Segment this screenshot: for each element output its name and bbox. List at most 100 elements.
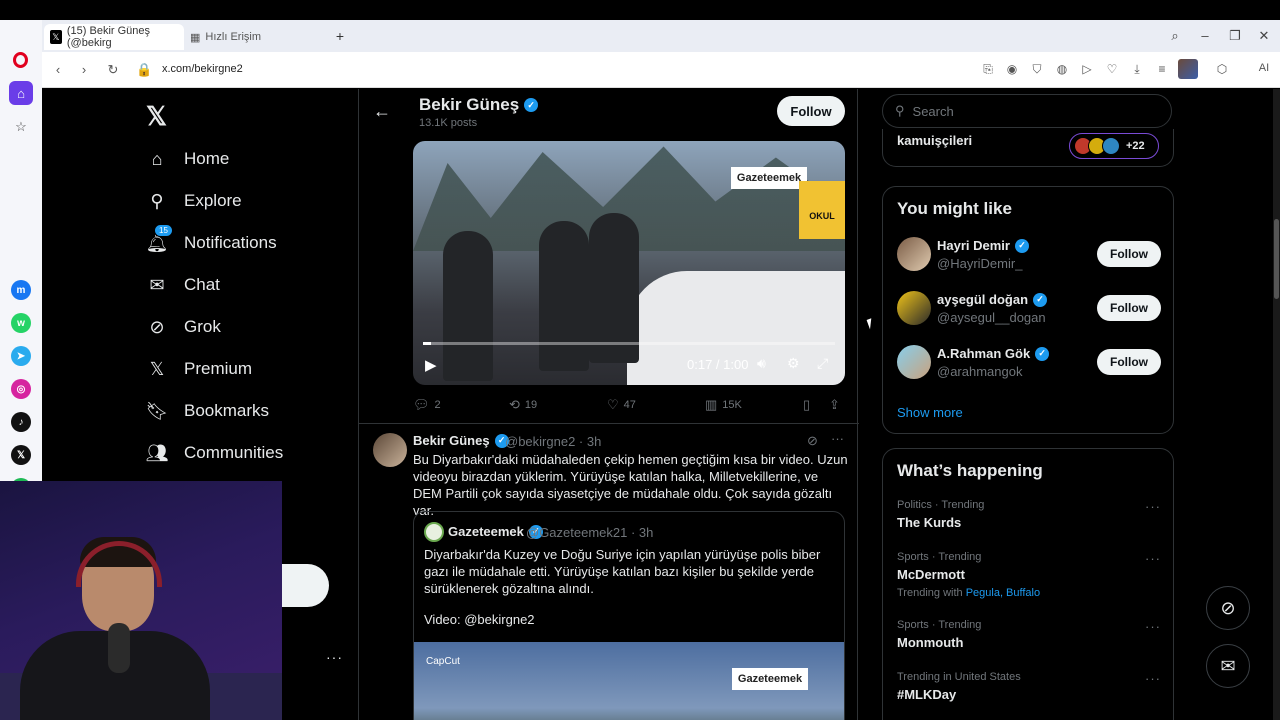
tab-x-profile[interactable]: 𝕏 (15) Bekir Güneş (@bekirg: [44, 24, 184, 50]
video-progress-track[interactable]: [423, 342, 835, 345]
account-more-icon[interactable]: ···: [326, 649, 343, 665]
whatsapp-icon[interactable]: w: [11, 313, 31, 333]
forward-icon[interactable]: ›: [76, 62, 92, 77]
bookmark-button[interactable]: ▯: [803, 397, 815, 413]
suggestion-item[interactable]: Hayri Demir ✓ @HayriDemir_ Follow: [897, 237, 1161, 277]
nav-bookmarks[interactable]: 🔖︎ Bookmarks: [146, 395, 269, 427]
views-button[interactable]: ▥ 15K: [705, 397, 742, 413]
heart-icon[interactable]: ♡: [1104, 62, 1120, 76]
more-icon[interactable]: ···: [1145, 499, 1161, 514]
video-player[interactable]: Gazeteemek OKUL ▶ 0:17 / 1:00 🔊︎ ⚙ ⤢: [413, 141, 845, 385]
nav-communities[interactable]: 👥︎ Communities: [146, 437, 284, 469]
repost-icon: ⟲: [509, 397, 520, 412]
back-icon[interactable]: ‹: [50, 62, 66, 77]
more-icon[interactable]: ···: [1145, 619, 1161, 634]
volume-icon[interactable]: 🔊︎: [757, 355, 766, 372]
messenger-icon[interactable]: m: [11, 280, 31, 300]
show-more-link[interactable]: Show more: [897, 405, 963, 420]
follow-button[interactable]: Follow: [1097, 241, 1161, 267]
play-icon[interactable]: ▷: [1079, 62, 1095, 76]
suggestion-item[interactable]: ayşegül doğan ✓ @aysegul__dogan Follow: [897, 291, 1161, 331]
tab-label: (15) Bekir Güneş (@bekirg: [66, 25, 151, 49]
repost-button[interactable]: ⟲ 19: [509, 397, 537, 413]
cube-icon[interactable]: ⬡: [1214, 62, 1230, 76]
x-app-icon[interactable]: 𝕏: [11, 445, 31, 465]
nav-grok[interactable]: ⊘ Grok: [146, 311, 220, 343]
share-icon[interactable]: ⎘: [980, 62, 996, 77]
fullscreen-icon[interactable]: ⤢: [817, 355, 828, 372]
menu-icon[interactable]: ≡: [1154, 62, 1170, 76]
trend-item[interactable]: Trending in United States #MLKDay ···: [897, 671, 1161, 715]
new-tab-button[interactable]: +: [332, 28, 348, 44]
minimize-button[interactable]: –: [1196, 28, 1214, 43]
download-icon[interactable]: ⤓: [1129, 62, 1145, 77]
trend-links[interactable]: Pegula, Buffalo: [966, 587, 1040, 599]
instagram-icon[interactable]: ◎: [11, 379, 31, 399]
reply-button[interactable]: 💬︎ 2: [413, 397, 441, 413]
tab-quick-access[interactable]: ▦ Hızlı Erişim: [184, 24, 334, 50]
quote-media[interactable]: CapCut Gazeteemek: [414, 642, 844, 720]
nav-chat[interactable]: ✉ Chat: [146, 269, 219, 301]
shield-icon[interactable]: ⛉: [1029, 62, 1045, 77]
follow-button[interactable]: Follow: [777, 96, 845, 126]
telegram-icon[interactable]: ➤: [11, 346, 31, 366]
quote-tweet[interactable]: Gazeteemek ✓ @Gazeteemek21 · 3h Diyarbak…: [413, 511, 845, 720]
more-icon[interactable]: ···: [1145, 671, 1161, 686]
star-icon[interactable]: ☆: [9, 115, 33, 139]
tiktok-icon[interactable]: ♪: [11, 412, 31, 432]
profile-avatar[interactable]: [1178, 59, 1198, 79]
nav-premium[interactable]: 𝕏 Premium: [146, 353, 252, 385]
x-logo-icon[interactable]: 𝕏: [146, 101, 167, 132]
suggestion-name: ayşegül doğan ✓: [937, 292, 1048, 307]
search-tabs-icon[interactable]: ⌕: [1166, 28, 1184, 44]
follow-button[interactable]: Follow: [1097, 295, 1161, 321]
trend-item[interactable]: Politics · Trending The Kurds ···: [897, 499, 1161, 543]
tab-label: Hızlı Erişim: [205, 31, 262, 43]
like-button[interactable]: ♡ 47: [607, 397, 636, 413]
bell-icon: 🔔︎ 15: [146, 224, 173, 254]
maximize-button[interactable]: ❐: [1226, 28, 1244, 44]
reload-icon[interactable]: ↻: [105, 62, 121, 78]
avatar: [1102, 137, 1120, 155]
nav-notifications[interactable]: 🔔︎ 15 Notifications: [146, 224, 277, 259]
suggestion-item[interactable]: A.Rahman Gök ✓ @arahmangok Follow: [897, 345, 1161, 385]
trend-item[interactable]: Sports · Trending McDermott Trending wit…: [897, 551, 1161, 603]
url-field[interactable]: x.com/bekirgne2: [162, 63, 243, 75]
avatar: [897, 237, 931, 271]
more-icon[interactable]: ···: [1145, 551, 1161, 566]
play-icon[interactable]: ▶: [425, 356, 437, 374]
community-card[interactable]: kamuişçileri +22: [882, 129, 1174, 167]
post-count: 13.1K posts: [419, 117, 478, 129]
camera-icon[interactable]: ◉: [1004, 62, 1020, 76]
grok-icon[interactable]: ⊘: [807, 433, 818, 449]
share-button[interactable]: ⇪: [829, 397, 845, 413]
nav-home[interactable]: ⌂ Home: [146, 143, 230, 175]
settings-icon[interactable]: ⚙: [787, 355, 800, 372]
back-arrow-icon[interactable]: ←: [373, 101, 391, 122]
avatar[interactable]: [373, 433, 407, 467]
more-icon[interactable]: ···: [831, 431, 844, 446]
grok-fab-icon[interactable]: ⊘: [1206, 586, 1250, 630]
follow-button[interactable]: Follow: [1097, 349, 1161, 375]
suggestion-handle: @HayriDemir_: [937, 256, 1023, 271]
grok-icon: ⊘: [149, 316, 165, 337]
scrollbar-thumb[interactable]: [1274, 219, 1279, 299]
vpn-icon[interactable]: ◍: [1054, 62, 1070, 76]
scrollbar[interactable]: [1273, 89, 1280, 720]
nav-label: Communities: [184, 443, 284, 462]
nav-label: Premium: [184, 359, 253, 378]
messages-fab-icon[interactable]: ✉: [1206, 644, 1250, 688]
close-window-button[interactable]: ✕: [1255, 28, 1273, 44]
tweet-author[interactable]: Bekir Güneş ✓: [413, 433, 509, 448]
home-icon[interactable]: ⌂: [9, 81, 33, 105]
verified-icon: ✓: [1014, 238, 1029, 253]
search-input[interactable]: ⚲ Search: [882, 94, 1172, 128]
post-button[interactable]: [282, 564, 329, 607]
quote-author-name: Gazeteemek: [448, 524, 524, 539]
ai-button[interactable]: AI: [1250, 62, 1278, 74]
nav-explore[interactable]: ⚲ Explore: [146, 185, 241, 217]
trend-item[interactable]: Sports · Trending Monmouth ···: [897, 619, 1161, 663]
suggestion-handle: @arahmangok: [937, 364, 1023, 379]
opera-logo-icon[interactable]: [13, 52, 28, 68]
tweet-handle[interactable]: @bekirgne2 · 3h: [505, 434, 601, 449]
